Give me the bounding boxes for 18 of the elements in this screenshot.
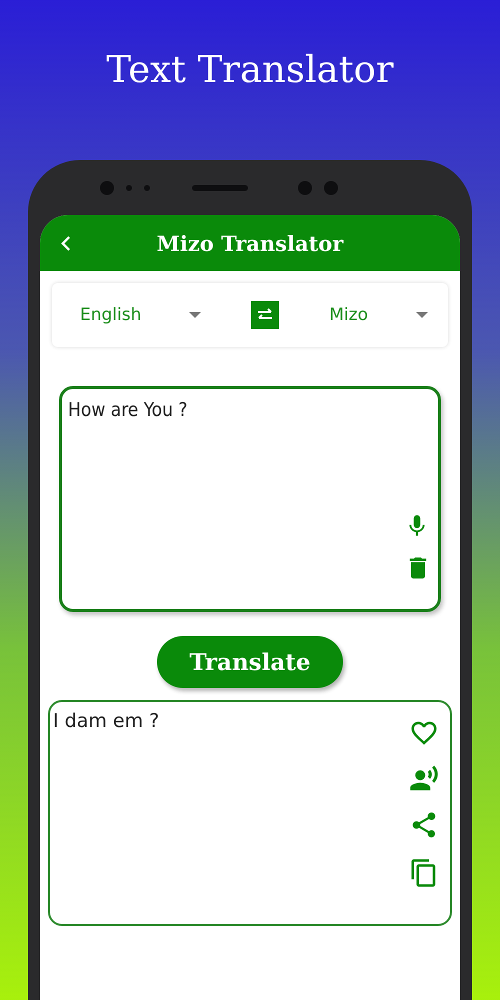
translate-button[interactable]: Translate: [157, 636, 343, 688]
target-language-dropdown[interactable]: Mizo: [329, 305, 428, 325]
dropdown-caret-icon: [189, 312, 202, 318]
back-icon[interactable]: [60, 236, 71, 251]
app-title: Mizo Translator: [156, 230, 344, 256]
swap-icon[interactable]: [251, 301, 280, 329]
input-box[interactable]: How are You ?: [59, 386, 441, 612]
dropdown-caret-icon: [416, 312, 428, 318]
camera-icon: [324, 180, 338, 194]
camera-icon: [100, 180, 114, 194]
translated-text: I dam em ?: [53, 710, 160, 732]
camera-icon: [298, 180, 312, 194]
sensor-icon: [126, 184, 132, 190]
sensor-icon: [144, 184, 150, 190]
source-language-dropdown[interactable]: English: [80, 305, 202, 325]
input-field[interactable]: How are You ?: [68, 395, 404, 603]
promo-title: Text Translator: [106, 48, 394, 93]
speaker-grille: [192, 184, 248, 190]
